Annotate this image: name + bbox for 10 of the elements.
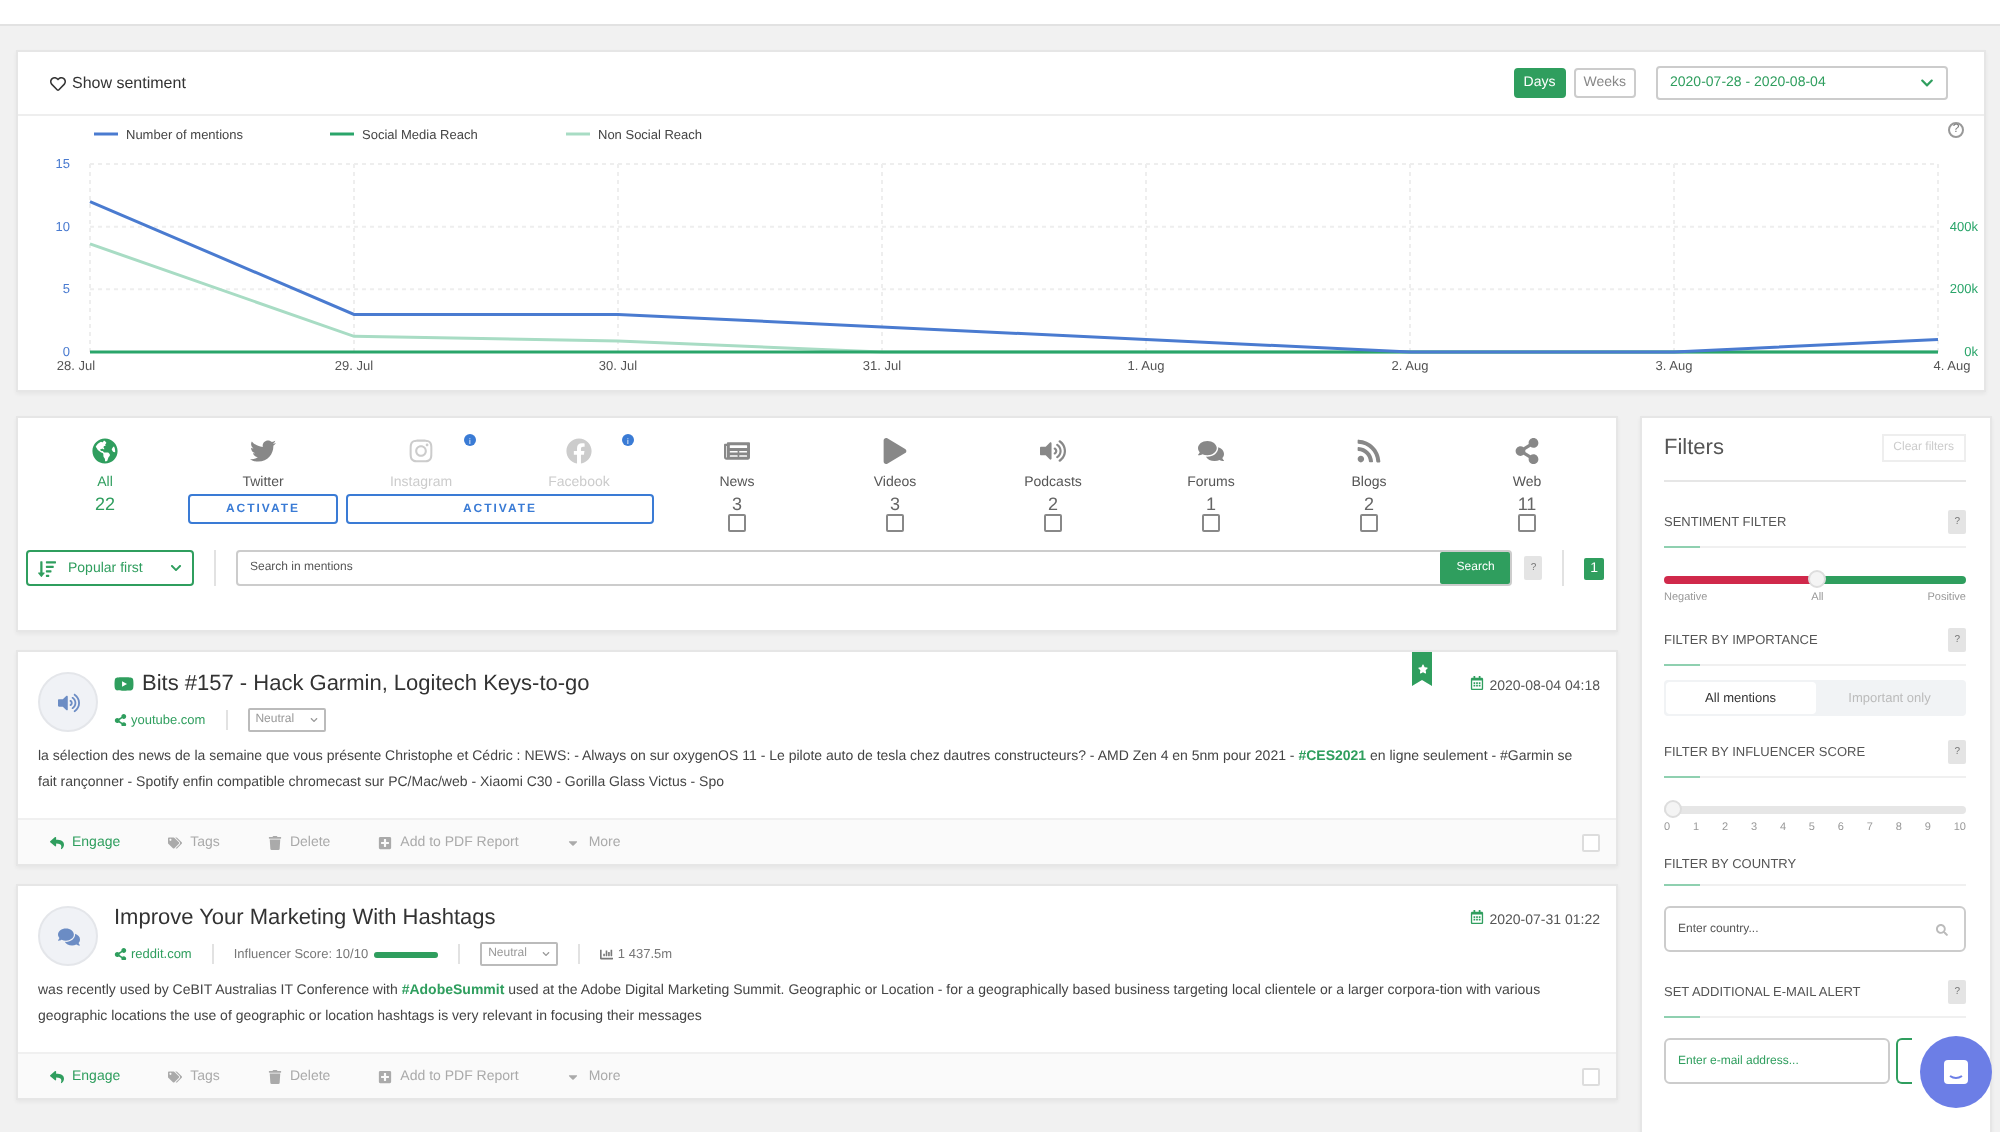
source-count: 11 bbox=[1517, 494, 1537, 514]
mention-title: Improve Your Marketing With Hashtags bbox=[114, 906, 496, 930]
source-count: 2 bbox=[1363, 494, 1374, 514]
source-count: 22 bbox=[94, 494, 115, 514]
filters-title: Filters bbox=[1664, 436, 1724, 460]
source-count: 3 bbox=[889, 494, 900, 514]
mention-title: Bits #157 - Hack Garmin, Logitech Keys-to-go bbox=[142, 672, 590, 696]
source-count: 1 bbox=[1205, 494, 1216, 514]
source-count: 2 bbox=[1047, 494, 1058, 514]
source-count: 3 bbox=[731, 494, 742, 514]
